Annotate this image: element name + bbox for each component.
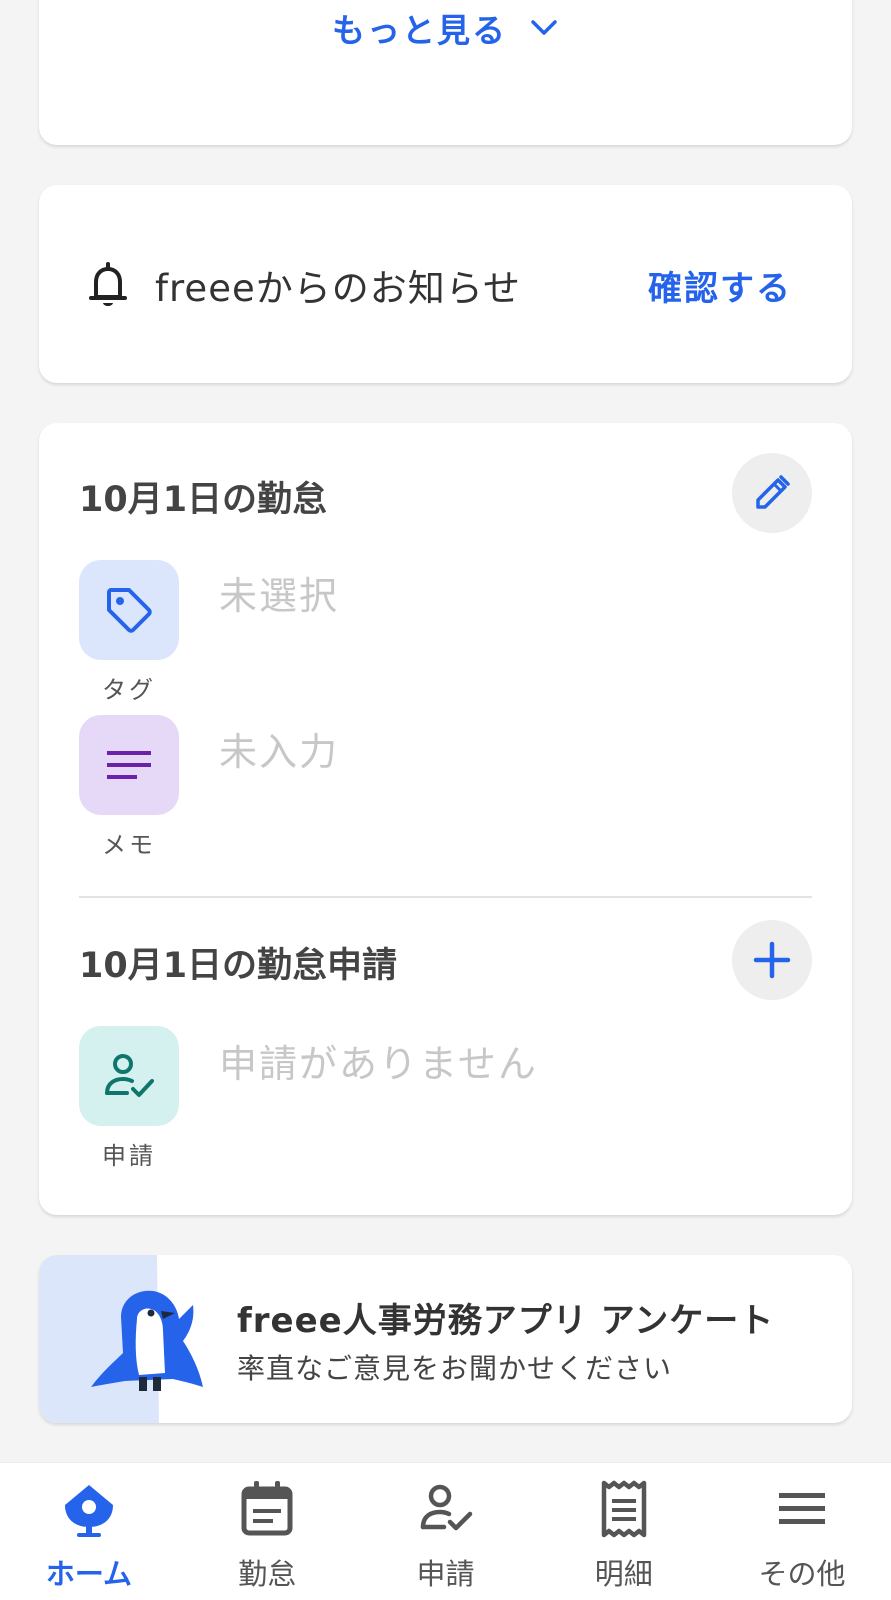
see-more-label: もっと見る <box>332 11 507 50</box>
notice-title: freeeからのお知らせ <box>155 267 521 310</box>
nav-payslip[interactable]: 明細 <box>535 1463 713 1600</box>
bird-mascot-icon <box>91 1290 203 1391</box>
menu-icon <box>772 1477 832 1541</box>
see-more-button[interactable]: もっと見る <box>39 4 852 52</box>
bell-icon <box>89 262 127 306</box>
nav-attendance-label: 勤怠 <box>238 1557 297 1591</box>
person-check-icon <box>105 1054 154 1097</box>
nav-attendance[interactable]: 勤怠 <box>178 1463 356 1600</box>
survey-subtitle: 率直なご意見をお聞かせください <box>237 1352 673 1385</box>
home-icon <box>59 1477 119 1541</box>
nav-request[interactable]: 申請 <box>357 1463 535 1600</box>
survey-card[interactable]: freee人事労務アプリ アンケート 率直なご意見をお聞かせください <box>39 1255 852 1423</box>
requests-title: 10月1日の勤怠申請 <box>79 946 398 986</box>
receipt-icon <box>594 1477 654 1541</box>
notice-card: freeeからのお知らせ 確認する <box>39 185 852 383</box>
tag-item[interactable]: タグ <box>79 560 179 705</box>
request-item[interactable]: 申請 <box>79 1026 179 1171</box>
home-screen: もっと見る freeeからのお知らせ 確認する 10月1日の勤怠 タグ 未選択 … <box>0 0 891 1600</box>
notice-row: freeeからのお知らせ 確認する <box>87 255 792 315</box>
tag-caption: タグ <box>102 676 156 704</box>
chevron-down-icon <box>531 20 557 35</box>
memo-tile <box>79 715 179 815</box>
nav-home[interactable]: ホーム <box>0 1463 178 1600</box>
nav-home-label: ホーム <box>45 1557 133 1591</box>
nav-payslip-label: 明細 <box>594 1557 653 1591</box>
tag-tile <box>79 560 179 660</box>
section-divider <box>79 896 812 898</box>
request-empty-text: 申請がありません <box>219 1042 538 1086</box>
memo-caption: メモ <box>102 831 156 859</box>
person-check-icon <box>416 1477 476 1541</box>
add-request-button[interactable] <box>732 920 812 1000</box>
request-tile <box>79 1026 179 1126</box>
survey-title: freee人事労務アプリ アンケート <box>237 1301 775 1341</box>
memo-value[interactable]: 未入力 <box>219 721 339 776</box>
notes-icon <box>107 751 151 779</box>
nav-request-label: 申請 <box>416 1557 475 1591</box>
plus-icon <box>753 941 791 979</box>
bottom-navigation: ホーム 勤怠 申請 明細 その他 <box>0 1462 891 1600</box>
nav-other-label: その他 <box>758 1557 846 1591</box>
attendance-title: 10月1日の勤怠 <box>79 480 328 520</box>
memo-item[interactable]: メモ <box>79 715 179 860</box>
tag-value[interactable]: 未選択 <box>219 565 339 620</box>
nav-other[interactable]: その他 <box>713 1463 891 1600</box>
see-more-card: もっと見る <box>39 0 852 145</box>
request-caption: 申請 <box>102 1142 156 1170</box>
attendance-card: 10月1日の勤怠 タグ 未選択 メモ 未入力 10月1日の勤怠申請 申請 申請が… <box>39 423 852 1215</box>
pencil-icon <box>756 475 790 509</box>
edit-attendance-button[interactable] <box>732 453 812 533</box>
confirm-notice-link[interactable]: 確認する <box>648 261 792 310</box>
calendar-icon <box>237 1477 297 1541</box>
tag-icon <box>107 588 152 633</box>
